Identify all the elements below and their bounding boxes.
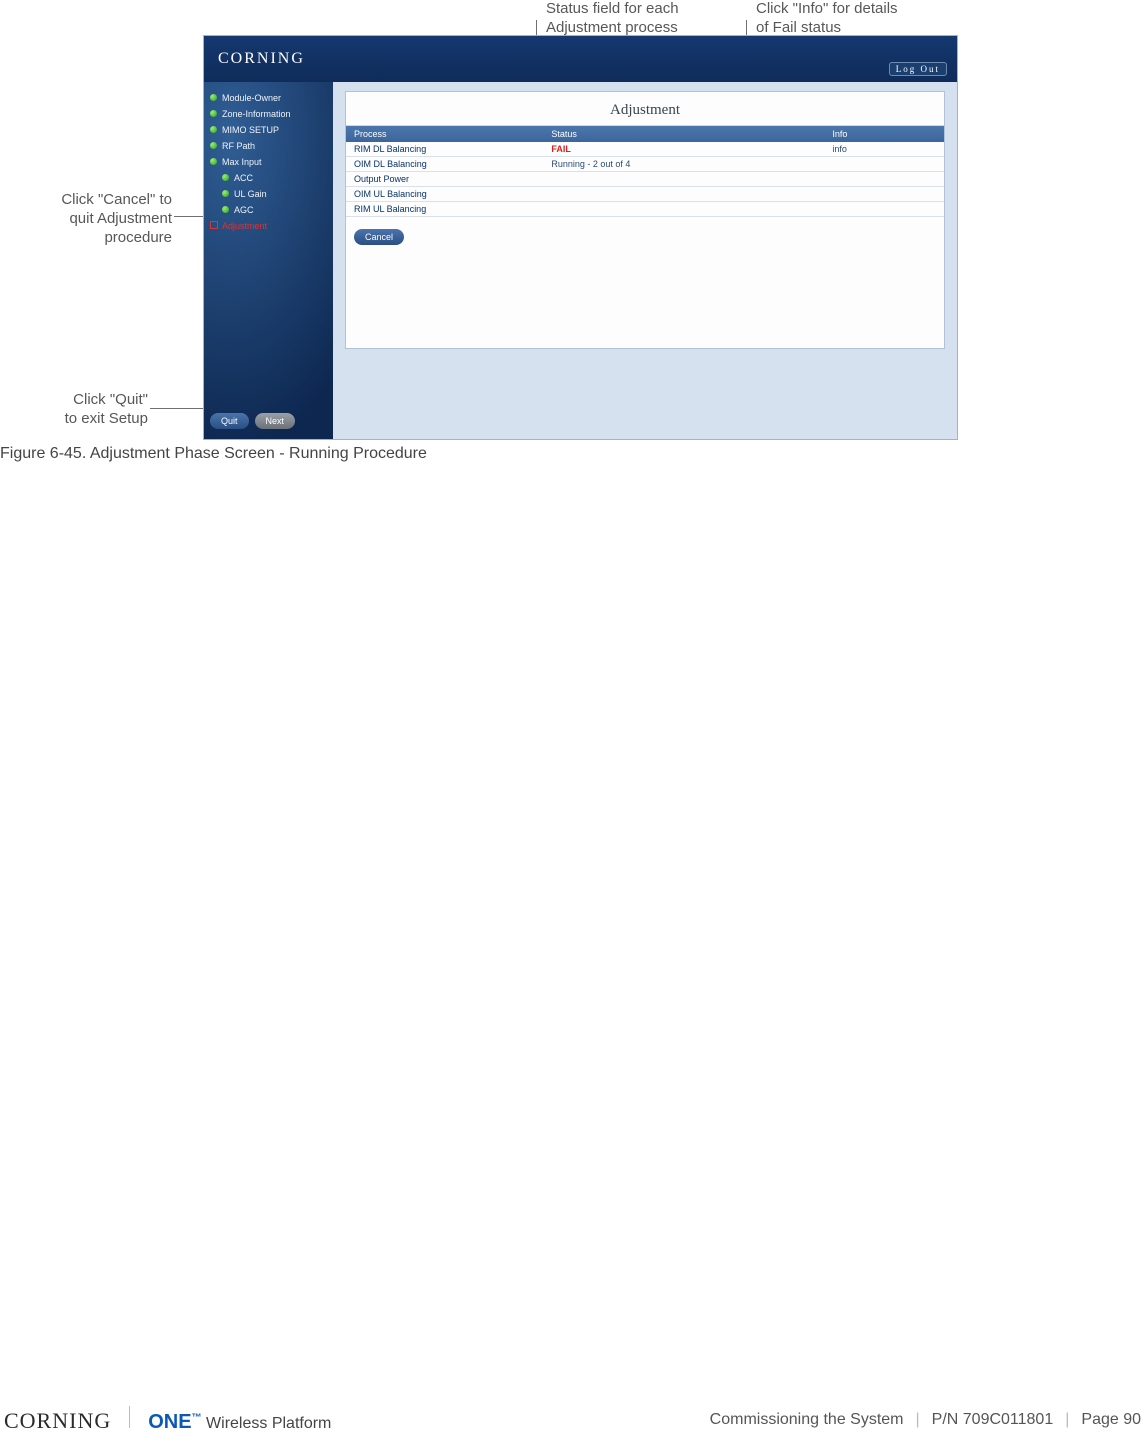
footer-product-tag: Wireless Platform [206, 1415, 331, 1432]
callout-info-line2: of Fail status [756, 19, 841, 36]
cell-process: Output Power [346, 172, 543, 187]
sidebar-item-zone-information[interactable]: Zone-Information [204, 106, 333, 122]
callout-quit-line1: Click "Quit" [73, 391, 148, 408]
active-box-icon [210, 221, 218, 229]
cell-status: Running - 2 out of 4 [543, 157, 824, 172]
callout-cancel-line3: procedure [104, 229, 172, 246]
app-window: CORNING Log Out Module-Owner Zone-Inform… [203, 35, 958, 440]
panel-title: Adjustment [346, 92, 944, 126]
status-dot-icon [222, 206, 229, 213]
table-row: Output Power [346, 172, 944, 187]
status-dot-icon [210, 142, 217, 149]
adjustment-panel: Adjustment Process Status Info RIM DL Ba… [345, 91, 945, 349]
sidebar-item-label: Zone-Information [222, 109, 291, 119]
table-row: OIM UL Balancing [346, 187, 944, 202]
status-dot-icon [210, 94, 217, 101]
content-area: Adjustment Process Status Info RIM DL Ba… [333, 82, 957, 439]
info-link[interactable]: info [832, 144, 847, 154]
footer-pn: P/N 709C011801 [932, 1411, 1054, 1429]
cancel-button[interactable]: Cancel [354, 229, 404, 245]
table-row: OIM DL Balancing Running - 2 out of 4 [346, 157, 944, 172]
status-dot-icon [222, 190, 229, 197]
sidebar-item-acc[interactable]: ACC [204, 170, 333, 186]
sidebar-item-label: MIMO SETUP [222, 125, 279, 135]
footer-product: ONE™ Wireless Platform [148, 1411, 331, 1434]
cell-info [824, 187, 944, 202]
cell-status [543, 172, 824, 187]
sidebar-item-ul-gain[interactable]: UL Gain [204, 186, 333, 202]
sidebar-item-max-input[interactable]: Max Input [204, 154, 333, 170]
footer-brand: CORNING [4, 1408, 111, 1434]
status-dot-icon [210, 158, 217, 165]
next-button[interactable]: Next [255, 413, 296, 429]
footer-page: Page 90 [1081, 1411, 1141, 1429]
logout-button[interactable]: Log Out [889, 62, 947, 76]
figure-caption: Figure 6-45. Adjustment Phase Screen - R… [0, 445, 427, 463]
cell-info [824, 172, 944, 187]
col-status: Status [543, 126, 824, 142]
sidebar-item-label: ACC [234, 173, 253, 183]
divider: | [916, 1411, 920, 1429]
callout-status: Status field for each Adjustment process [546, 0, 679, 38]
page-footer: CORNING ONE™ Wireless Platform Commissio… [0, 1398, 1145, 1442]
sidebar-item-label: Max Input [222, 157, 262, 167]
cell-process: RIM UL Balancing [346, 202, 543, 217]
callout-cancel-line1: Click "Cancel" to [61, 191, 172, 208]
footer-section: Commissioning the System [710, 1411, 904, 1429]
callout-info: Click "Info" for details of Fail status [756, 0, 898, 38]
sidebar-item-label: AGC [234, 205, 254, 215]
sidebar-item-label: Adjustment [222, 221, 267, 231]
table-row: RIM DL Balancing FAIL info [346, 142, 944, 157]
sidebar-item-module-owner[interactable]: Module-Owner [204, 90, 333, 106]
col-process: Process [346, 126, 543, 142]
callout-cancel: Click "Cancel" to quit Adjustment proced… [42, 191, 172, 247]
app-brand: CORNING [218, 50, 305, 68]
cell-info [824, 202, 944, 217]
callout-quit-line2: to exit Setup [65, 410, 148, 427]
sidebar-item-adjustment[interactable]: Adjustment [204, 218, 333, 234]
cell-status [543, 187, 824, 202]
divider: | [1065, 1411, 1069, 1429]
table-row: RIM UL Balancing [346, 202, 944, 217]
divider [129, 1406, 130, 1428]
app-header: CORNING Log Out [204, 36, 957, 82]
adjustment-table: Process Status Info RIM DL Balancing FAI… [346, 126, 944, 217]
status-dot-icon [222, 174, 229, 181]
callout-info-line1: Click "Info" for details [756, 0, 898, 17]
cell-process: OIM DL Balancing [346, 157, 543, 172]
callout-quit: Click "Quit" to exit Setup [40, 391, 148, 429]
sidebar-item-label: Module-Owner [222, 93, 281, 103]
cell-process: RIM DL Balancing [346, 142, 543, 157]
sidebar-item-label: UL Gain [234, 189, 267, 199]
callout-status-line2: Adjustment process [546, 19, 678, 36]
quit-button[interactable]: Quit [210, 413, 249, 429]
col-info: Info [824, 126, 944, 142]
sidebar-item-agc[interactable]: AGC [204, 202, 333, 218]
cell-status [543, 202, 824, 217]
callout-cancel-line2: quit Adjustment [69, 210, 172, 227]
status-dot-icon [210, 126, 217, 133]
cell-status: FAIL [543, 142, 824, 157]
footer-product-one: ONE™ [148, 1411, 201, 1433]
cell-info [824, 157, 944, 172]
sidebar: Module-Owner Zone-Information MIMO SETUP… [204, 82, 333, 439]
sidebar-item-rf-path[interactable]: RF Path [204, 138, 333, 154]
sidebar-item-mimo-setup[interactable]: MIMO SETUP [204, 122, 333, 138]
status-dot-icon [210, 110, 217, 117]
cell-process: OIM UL Balancing [346, 187, 543, 202]
cell-info: info [824, 142, 944, 157]
callout-status-line1: Status field for each [546, 0, 679, 17]
sidebar-item-label: RF Path [222, 141, 255, 151]
